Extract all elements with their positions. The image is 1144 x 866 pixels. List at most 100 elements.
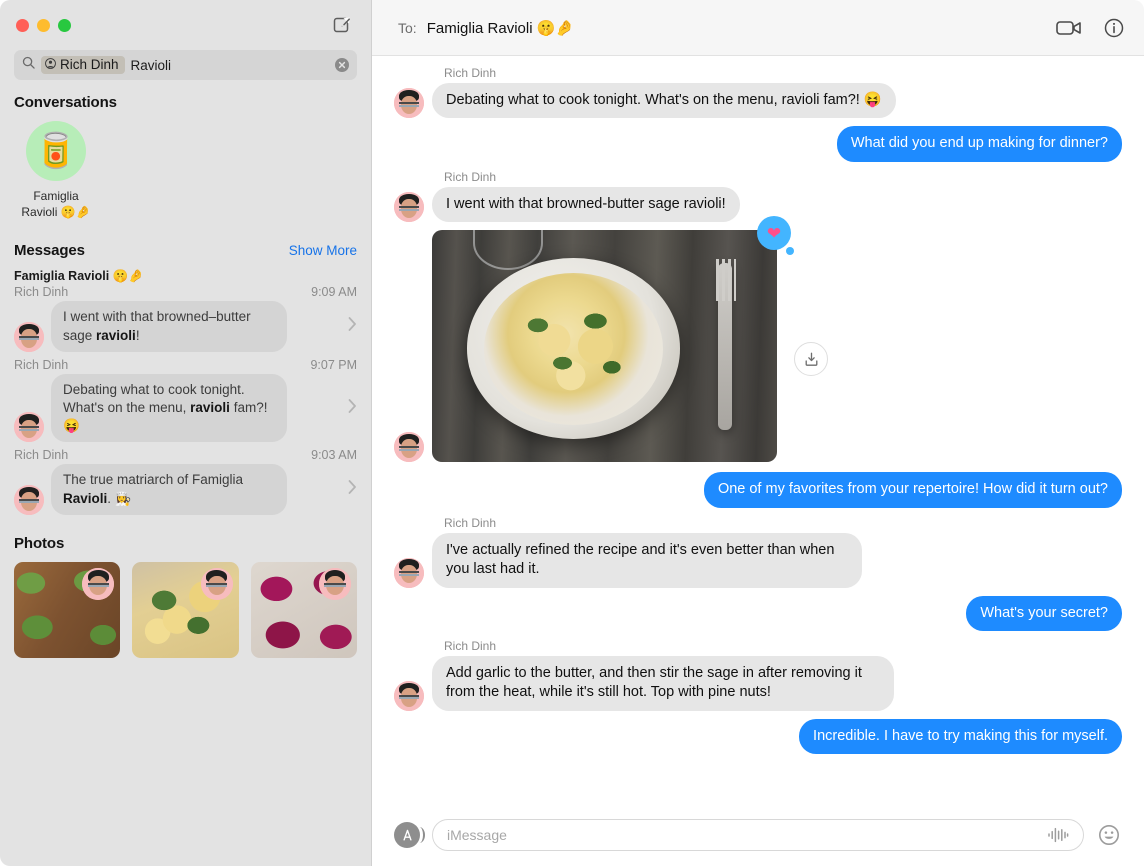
message-row-incoming: Rich Dinh I went with that browned-butte… (394, 169, 1122, 223)
message-result-item[interactable]: Rich Dinh 9:03 AM The true matriarch of … (0, 448, 371, 515)
to-label: To: (398, 19, 417, 36)
clear-circle-icon[interactable] (335, 58, 349, 72)
avatar (318, 567, 351, 600)
message-result-body: I went with that browned–butter sage rav… (14, 301, 357, 352)
minimize-button[interactable] (37, 18, 50, 32)
message-row-outgoing: Incredible. I have to try making this fo… (394, 718, 1122, 755)
plate (466, 258, 681, 440)
chevron-right-icon (342, 317, 357, 336)
messages-section-header: Messages Show More (0, 242, 371, 259)
message-result-bubble: The true matriarch of Famiglia Ravioli. … (51, 464, 287, 515)
search-input[interactable]: Rich Dinh Ravioli (14, 50, 357, 80)
search-token-contact[interactable]: Rich Dinh (41, 56, 125, 74)
text-after: . 👩‍🍳 (107, 490, 132, 506)
canned-tomato-emoji: 🥫 (34, 132, 78, 170)
chevron-right-icon (342, 480, 357, 499)
message-result-meta: Rich Dinh 9:09 AM (14, 285, 357, 299)
message-thread[interactable]: Rich Dinh Debating what to cook tonight.… (372, 56, 1144, 804)
message-result-group-title: Famiglia Ravioli 🤫🤌 (14, 269, 144, 284)
video-camera-icon[interactable] (1056, 19, 1082, 37)
incoming-message-group: Rich Dinh Add garlic to the butter, and … (394, 639, 894, 711)
message-bubble[interactable]: Add garlic to the butter, and then stir … (432, 655, 894, 711)
incoming-message-column: Rich Dinh Add garlic to the butter, and … (432, 639, 894, 711)
contact-icon (45, 57, 56, 72)
avatar: 🥫 (26, 121, 86, 181)
info-circle-icon[interactable] (1104, 18, 1124, 38)
incoming-message-column: Rich Dinh I've actually refined the reci… (432, 516, 862, 588)
photos-row (0, 561, 371, 658)
conversations-section-header: Conversations (0, 94, 371, 111)
message-row-outgoing: One of my favorites from your repertoire… (394, 472, 1122, 508)
message-row-outgoing: What's your secret? (394, 595, 1122, 631)
title-bar (0, 0, 371, 50)
message-input-bar: iMessage (372, 804, 1144, 866)
message-bubble[interactable]: One of my favorites from your repertoire… (703, 472, 1122, 508)
fork (714, 258, 737, 430)
avatar (14, 484, 44, 515)
messages-section: Messages Show More Famiglia Ravioli 🤫🤌 R… (0, 242, 371, 515)
message-sender-name: Rich Dinh (444, 169, 497, 184)
message-result-meta: Rich Dinh 9:07 PM (14, 358, 357, 372)
photo-attachment-ravioli-plate[interactable] (432, 230, 777, 463)
message-bubble[interactable]: What's your secret? (966, 595, 1122, 631)
message-sender-name: Rich Dinh (444, 515, 497, 530)
text-before: The true matriarch of Famiglia (63, 472, 244, 488)
imessage-placeholder: iMessage (447, 827, 507, 843)
emoji-smiley-icon[interactable] (1096, 822, 1122, 848)
incoming-message-column: Rich Dinh Debating what to cook tonight.… (432, 66, 896, 119)
search-token-label: Rich Dinh (60, 57, 119, 72)
photo-thumbnail[interactable] (132, 561, 239, 658)
message-result-body: Debating what to cook tonight. What's on… (14, 373, 357, 443)
message-bubble[interactable]: Incredible. I have to try making this fo… (799, 718, 1122, 755)
message-result-sender: Rich Dinh (14, 448, 69, 463)
incoming-message-column: Rich Dinh I went with that browned-butte… (432, 169, 740, 223)
audio-waveform-icon[interactable] (1047, 827, 1069, 843)
conversations-row: 🥫 Famiglia Ravioli 🤫🤌 (0, 121, 371, 220)
tapback-heart-reaction[interactable]: ❤ (757, 216, 794, 256)
conversation-pane: To: Famiglia Ravioli 🤫🤌 Rich Dinh Debati… (372, 0, 1144, 866)
message-result-bubble: I went with that browned–butter sage rav… (51, 301, 287, 352)
incoming-message-group: Rich Dinh I've actually refined the reci… (394, 516, 862, 588)
zoom-button[interactable] (58, 18, 71, 32)
message-result-time: 9:09 AM (311, 285, 357, 300)
message-row-incoming: Rich Dinh Add garlic to the butter, and … (394, 639, 1122, 711)
avatar (14, 412, 44, 443)
message-result-item[interactable]: Rich Dinh 9:07 PM Debating what to cook … (0, 358, 371, 443)
imessage-input[interactable]: iMessage (432, 819, 1084, 851)
app-store-icon[interactable] (394, 822, 425, 848)
message-bubble[interactable]: Debating what to cook tonight. What's on… (432, 83, 896, 119)
avatar (394, 432, 424, 463)
conversation-name-line2: Ravioli 🤫🤌 (21, 205, 91, 220)
text-after: ! (135, 327, 140, 343)
message-bubble[interactable]: I've actually refined the recipe and it'… (432, 532, 862, 588)
show-more-link[interactable]: Show More (289, 243, 357, 258)
thread-spacer (394, 762, 1122, 798)
message-result-sender: Rich Dinh (14, 285, 69, 300)
search-highlight: ravioli (96, 327, 136, 343)
message-result-meta: Rich Dinh 9:03 AM (14, 448, 357, 462)
photo-thumbnail[interactable] (250, 561, 357, 658)
message-row-incoming: Rich Dinh Debating what to cook tonight.… (394, 66, 1122, 119)
message-row-outgoing: What did you end up making for dinner? (394, 126, 1122, 162)
incoming-message-group: Rich Dinh Debating what to cook tonight.… (394, 66, 896, 119)
close-button[interactable] (16, 18, 29, 32)
recipient-name[interactable]: Famiglia Ravioli 🤫🤌 (427, 19, 574, 37)
photos-section-header: Photos (0, 535, 371, 552)
message-bubble[interactable]: I went with that browned-butter sage rav… (432, 186, 740, 223)
messages-window: Rich Dinh Ravioli Conversations 🥫 Famigl… (0, 0, 1144, 866)
message-result-bubble: Debating what to cook tonight. What's on… (51, 373, 287, 443)
avatar (200, 567, 233, 600)
message-result-body: The true matriarch of Famiglia Ravioli. … (14, 464, 357, 515)
compose-pencil-icon[interactable] (329, 12, 355, 38)
message-bubble[interactable]: What did you end up making for dinner? (836, 126, 1122, 162)
conversation-name: Famiglia Ravioli 🤫🤌 (21, 188, 90, 220)
heart-icon: ❤ (766, 223, 782, 243)
search-container: Rich Dinh Ravioli (0, 50, 371, 80)
conversation-header: To: Famiglia Ravioli 🤫🤌 (372, 0, 1144, 56)
conversations-title: Conversations (14, 94, 117, 111)
avatar (394, 88, 424, 119)
conversation-result-famiglia-ravioli[interactable]: 🥫 Famiglia Ravioli 🤫🤌 (14, 121, 98, 220)
photo-thumbnail[interactable] (14, 561, 121, 658)
download-icon[interactable] (794, 342, 828, 377)
message-result-item[interactable]: Famiglia Ravioli 🤫🤌 Rich Dinh 9:09 AM I … (0, 269, 371, 352)
